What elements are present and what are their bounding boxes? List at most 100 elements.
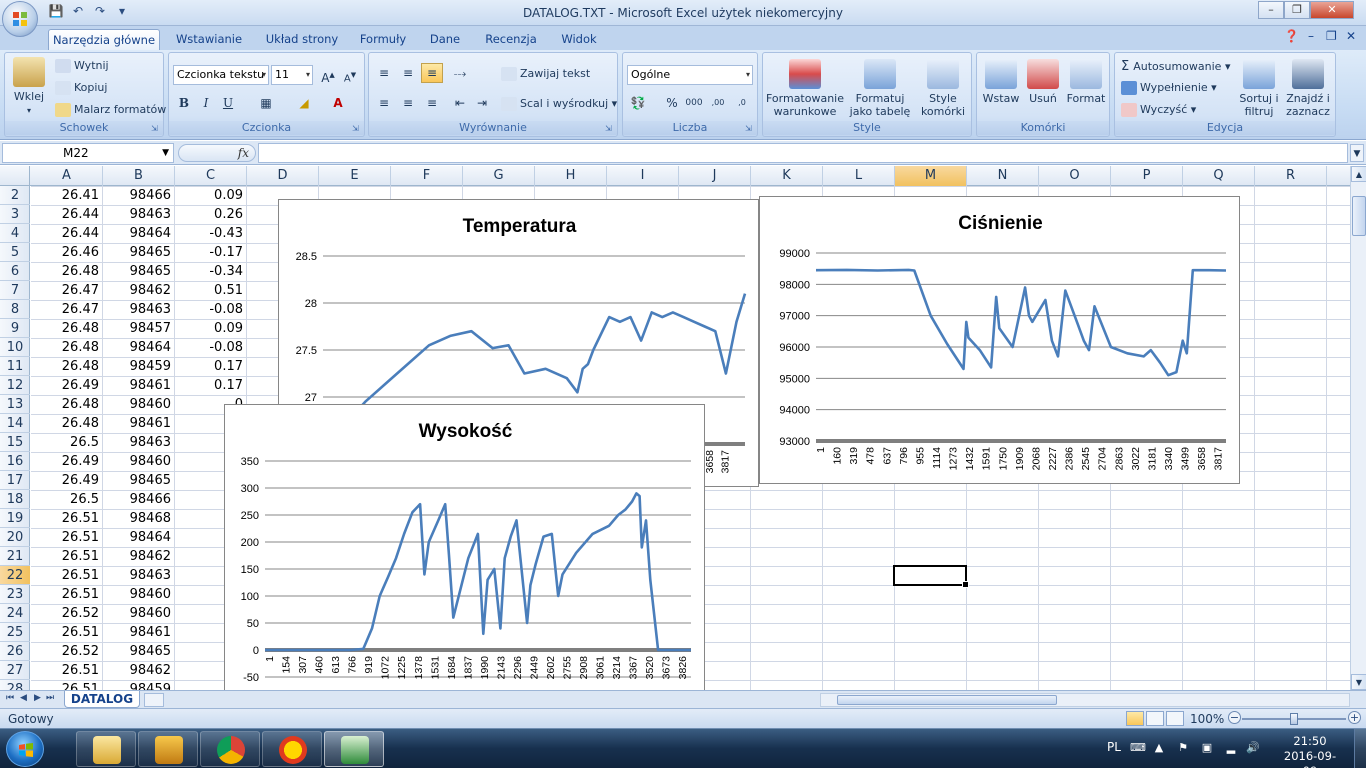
formula-input[interactable] [258, 143, 1348, 163]
taskbar-excel[interactable] [324, 731, 384, 767]
cell-b[interactable]: 98462 [103, 281, 175, 300]
cell-b[interactable]: 98460 [103, 585, 175, 604]
cell-b[interactable]: 98460 [103, 604, 175, 623]
clock[interactable]: 21:502016-09-09 [1280, 734, 1340, 768]
cell-a[interactable]: 26.48 [31, 262, 103, 281]
increase-decimal-button[interactable]: ,00 [707, 93, 729, 113]
keyboard-icon[interactable]: ⌨ [1130, 741, 1146, 755]
cell-a[interactable]: 26.52 [31, 604, 103, 623]
row-header[interactable]: 24 [0, 604, 30, 623]
cell-b[interactable]: 98468 [103, 509, 175, 528]
cell-b[interactable]: 98465 [103, 471, 175, 490]
cell-b[interactable]: 98466 [103, 186, 175, 205]
cell-b[interactable]: 98465 [103, 262, 175, 281]
cell-a[interactable]: 26.51 [31, 680, 103, 690]
device-icon[interactable]: ▣ [1200, 741, 1214, 755]
find-select-button[interactable]: Znajdź i zaznacz [1283, 59, 1333, 118]
row-header[interactable]: 3 [0, 205, 30, 224]
row-header[interactable]: 4 [0, 224, 30, 243]
row-header[interactable]: 22 [0, 566, 30, 585]
tab-insert[interactable]: Wstawianie [168, 29, 250, 50]
column-header[interactable]: L [823, 166, 895, 186]
row-header[interactable]: 10 [0, 338, 30, 357]
scroll-down-icon[interactable]: ▼ [1351, 674, 1366, 690]
new-sheet-icon[interactable] [144, 693, 164, 707]
align-right-button[interactable]: ≡ [421, 93, 443, 113]
cell-a[interactable]: 26.44 [31, 224, 103, 243]
cell-b[interactable]: 98463 [103, 433, 175, 452]
undo-icon[interactable]: ↶ [70, 4, 86, 20]
column-header[interactable]: G [463, 166, 535, 186]
row-header[interactable]: 25 [0, 623, 30, 642]
fill-color-button[interactable]: ◢ [293, 93, 315, 113]
next-sheet-icon[interactable]: ▶ [34, 693, 41, 703]
signal-icon[interactable]: ▂ [1224, 741, 1238, 755]
format-as-table-button[interactable]: Formatuj jako tabelę [845, 59, 915, 118]
format-cells-button[interactable]: Format [1063, 59, 1109, 105]
column-header[interactable]: K [751, 166, 823, 186]
cell-a[interactable]: 26.46 [31, 243, 103, 262]
dialog-launcher-icon[interactable]: ⇲ [151, 124, 161, 134]
cell-a[interactable]: 26.48 [31, 338, 103, 357]
cell-c[interactable]: 0.17 [175, 376, 247, 395]
cell-a[interactable]: 26.44 [31, 205, 103, 224]
row-header[interactable]: 20 [0, 528, 30, 547]
align-top-button[interactable]: ≡ [373, 63, 395, 83]
cell-a[interactable]: 26.51 [31, 547, 103, 566]
column-header[interactable]: A [31, 166, 103, 186]
row-header[interactable]: 9 [0, 319, 30, 338]
tab-formulas[interactable]: Formuły [354, 29, 412, 50]
row-header[interactable]: 11 [0, 357, 30, 376]
conditional-formatting-button[interactable]: Formatowanie warunkowe [765, 59, 845, 118]
row-header[interactable]: 6 [0, 262, 30, 281]
taskbar-winamp[interactable] [138, 731, 198, 767]
row-header[interactable]: 26 [0, 642, 30, 661]
redo-icon[interactable]: ↷ [92, 4, 108, 20]
start-button[interactable] [6, 731, 44, 767]
column-header[interactable]: E [319, 166, 391, 186]
cell-c[interactable]: 0.51 [175, 281, 247, 300]
prev-sheet-icon[interactable]: ◀ [20, 693, 27, 703]
paste-button[interactable]: Wklej ▾ [9, 57, 49, 117]
customize-qat-icon[interactable]: ▾ [114, 4, 130, 20]
column-header[interactable]: I [607, 166, 679, 186]
comma-style-button[interactable]: 000 [683, 93, 705, 113]
copy-button[interactable]: Kopiuj [55, 81, 107, 95]
close-button[interactable]: ✕ [1310, 1, 1354, 19]
number-format-select[interactable]: Ogólne ▾ [627, 65, 753, 85]
cell-a[interactable]: 26.51 [31, 566, 103, 585]
cell-c[interactable]: 0.17 [175, 357, 247, 376]
cell-b[interactable]: 98463 [103, 205, 175, 224]
autosum-button[interactable]: Σ Autosumowanie ▾ [1121, 59, 1230, 74]
chart-pressure[interactable]: Ciśnienie 99000 98000 97000 96000 95000 94000 9… [759, 196, 1240, 484]
column-header[interactable]: R [1255, 166, 1327, 186]
align-middle-button[interactable]: ≡ [397, 63, 419, 83]
cell-b[interactable]: 98466 [103, 490, 175, 509]
row-header[interactable]: 14 [0, 414, 30, 433]
page-break-view-icon[interactable] [1166, 711, 1184, 726]
dialog-launcher-icon[interactable]: ⇲ [605, 124, 615, 134]
cell-b[interactable]: 98465 [103, 243, 175, 262]
column-header[interactable]: F [391, 166, 463, 186]
column-header[interactable]: C [175, 166, 247, 186]
cell-b[interactable]: 98460 [103, 395, 175, 414]
selected-cell[interactable] [893, 565, 969, 588]
cell-c[interactable]: -0.17 [175, 243, 247, 262]
clear-button[interactable]: Wyczyść ▾ [1121, 103, 1196, 117]
bold-button[interactable]: B [173, 93, 195, 113]
cell-b[interactable]: 98463 [103, 300, 175, 319]
align-bottom-button[interactable]: ≡ [421, 63, 443, 83]
cell-c[interactable]: -0.08 [175, 338, 247, 357]
row-header[interactable]: 28 [0, 680, 30, 690]
restore-button[interactable]: ❐ [1284, 1, 1310, 19]
horizontal-scrollbar[interactable] [820, 693, 1350, 707]
row-header[interactable]: 5 [0, 243, 30, 262]
column-header[interactable]: D [247, 166, 319, 186]
cell-b[interactable]: 98457 [103, 319, 175, 338]
column-header[interactable]: P [1111, 166, 1183, 186]
underline-button[interactable]: U [217, 93, 239, 113]
increase-indent-button[interactable]: ⇥ [471, 93, 493, 113]
borders-button[interactable]: ▦ [255, 93, 277, 113]
help-icon[interactable]: ❓ [1284, 29, 1299, 43]
row-header[interactable]: 13 [0, 395, 30, 414]
